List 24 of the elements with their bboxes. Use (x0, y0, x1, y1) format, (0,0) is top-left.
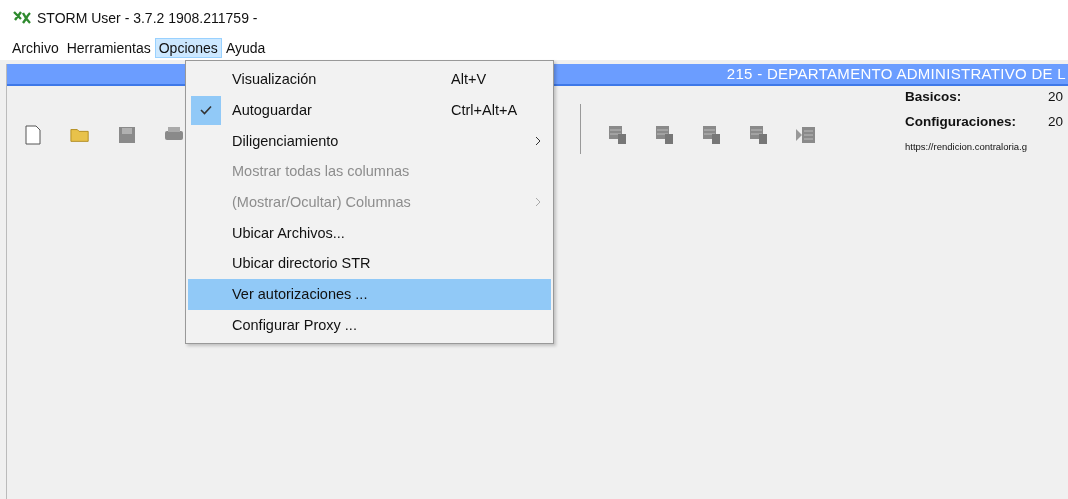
table-icon[interactable] (655, 124, 675, 146)
menu-entry[interactable]: Configurar Proxy ... (188, 309, 551, 341)
menu-item[interactable]: Archivo (8, 38, 63, 58)
table-icon[interactable] (702, 124, 722, 146)
info-value: 20 (1048, 114, 1064, 131)
info-value: 20 (1048, 89, 1064, 106)
menu-item[interactable]: Ayuda (221, 38, 270, 58)
menu-item[interactable]: Herramientas (62, 38, 155, 58)
table-icon[interactable] (608, 124, 628, 146)
save-icon[interactable] (117, 124, 137, 146)
list-arrow-icon[interactable] (796, 124, 816, 146)
app-logo-icon (13, 11, 31, 25)
menu-entry[interactable]: Ver autorizaciones ... (188, 278, 551, 310)
url-text: https://rendicion.contraloria.g (905, 141, 1028, 152)
menu-item[interactable]: Opciones (154, 38, 222, 58)
menu-entry[interactable]: Autoguardar Ctrl+Alt+A (188, 94, 551, 126)
table-icon[interactable] (749, 124, 769, 146)
menu-entry[interactable]: Diligenciamiento (188, 125, 551, 157)
window-title: STORM User - 3.7.2 1908.211759 - (37, 10, 258, 26)
menu-entry[interactable]: Ubicar directorio STR (188, 248, 551, 279)
info-label: Configuraciones: (905, 114, 1017, 131)
menu-entry[interactable]: Ubicar Archivos... (188, 217, 551, 249)
new-file-icon[interactable] (23, 124, 43, 146)
info-label: Basicos: (905, 89, 963, 106)
